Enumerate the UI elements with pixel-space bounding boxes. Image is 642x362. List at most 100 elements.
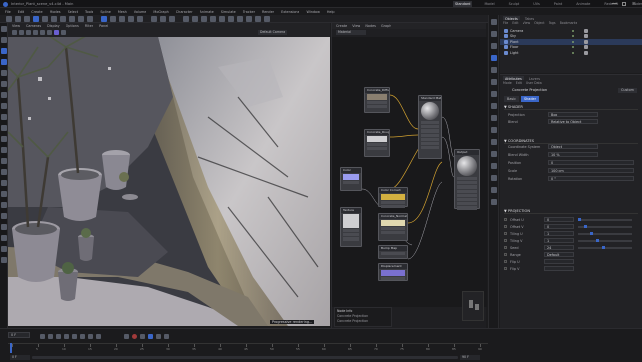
- objects-tab-takes[interactable]: Takes: [523, 16, 536, 20]
- param-slider-knob[interactable]: [590, 232, 593, 235]
- render-view-icon[interactable]: [151, 16, 157, 22]
- timeline-settings-icon[interactable]: [164, 333, 169, 339]
- first-frame-icon[interactable]: [40, 333, 45, 339]
- node-port[interactable]: [457, 202, 477, 206]
- rotate-tool-icon[interactable]: [1, 70, 7, 76]
- timeline-ruler[interactable]: 051015202530354045505560657075808590: [8, 343, 488, 353]
- view-icon[interactable]: [12, 30, 17, 35]
- last-frame-icon[interactable]: [96, 333, 101, 339]
- right-tool-2-icon[interactable]: [491, 31, 497, 37]
- grid-icon[interactable]: [40, 30, 45, 35]
- scale-tool-icon[interactable]: [1, 59, 7, 65]
- visibility-dot-icon[interactable]: [572, 40, 574, 43]
- param-slider-knob[interactable]: [578, 218, 581, 221]
- material-tag-icon[interactable]: [584, 39, 588, 44]
- menu-window[interactable]: Window: [306, 10, 319, 14]
- node-port[interactable]: [457, 197, 477, 202]
- node-graph[interactable]: Concrete_Diffuse Concrete_Roughness Textur…: [332, 37, 487, 307]
- timeline-playhead[interactable]: [10, 343, 12, 353]
- texture-mode-icon[interactable]: [1, 213, 7, 219]
- layout-tab-standard[interactable]: Standard: [453, 1, 473, 7]
- menu-extensions[interactable]: Extensions: [281, 10, 299, 14]
- snap-icon[interactable]: [47, 30, 52, 35]
- brush-tool-icon[interactable]: [1, 81, 7, 87]
- bridge-tool-icon[interactable]: [1, 125, 7, 131]
- right-tool-8-icon[interactable]: [491, 103, 497, 109]
- right-tool-12-icon[interactable]: [491, 151, 497, 157]
- menu-tracker[interactable]: Tracker: [243, 10, 255, 14]
- menu-create[interactable]: Create: [31, 10, 42, 14]
- node-port[interactable]: [457, 181, 477, 185]
- objects-tab-objects[interactable]: Objects: [503, 16, 520, 20]
- right-tool-3-icon[interactable]: [491, 43, 497, 49]
- right-tool-9-icon[interactable]: [491, 115, 497, 121]
- node-port[interactable]: [457, 193, 477, 197]
- param-slider[interactable]: [578, 233, 632, 235]
- next-key-icon[interactable]: [88, 333, 93, 339]
- cube-icon[interactable]: [183, 16, 189, 22]
- display-icon[interactable]: [26, 30, 31, 35]
- poly-mode-icon[interactable]: [137, 16, 143, 22]
- light-icon[interactable]: [255, 16, 261, 22]
- motion-record-icon[interactable]: [156, 333, 161, 339]
- right-tool-11-icon[interactable]: [491, 139, 497, 145]
- interactive-render-icon[interactable]: [54, 30, 59, 35]
- node-port[interactable]: [381, 231, 405, 235]
- param-slider-knob[interactable]: [584, 225, 587, 228]
- select-icon[interactable]: [24, 16, 30, 22]
- range-end-field[interactable]: 90 F: [460, 355, 480, 360]
- close-icon[interactable]: ×: [632, 1, 636, 7]
- magnet-tool-icon[interactable]: [1, 158, 7, 164]
- node-port[interactable]: [343, 181, 359, 185]
- right-tool-16-icon[interactable]: [491, 199, 497, 205]
- model-mode-icon[interactable]: [101, 16, 107, 22]
- right-tool-6-icon[interactable]: [491, 79, 497, 85]
- param-slider[interactable]: [578, 247, 632, 249]
- render-settings-icon[interactable]: [169, 16, 175, 22]
- param-checkbox[interactable]: [504, 260, 507, 263]
- right-tool-14-icon[interactable]: [491, 175, 497, 181]
- param-slider-knob[interactable]: [602, 246, 605, 249]
- proj-param-field[interactable]: [544, 259, 574, 264]
- maximize-view-icon[interactable]: [61, 30, 66, 35]
- proj-param-field[interactable]: Default: [544, 252, 574, 257]
- tag-icon[interactable]: [264, 16, 270, 22]
- viewport-menu-filter[interactable]: Filter: [85, 24, 93, 28]
- viewport-menu-cameras[interactable]: Cameras: [26, 24, 41, 28]
- menu-tools[interactable]: Tools: [85, 10, 93, 14]
- objects-menu-edit[interactable]: Edit: [512, 21, 518, 26]
- uv-mode-icon[interactable]: [1, 224, 7, 230]
- camera-icon[interactable]: [246, 16, 252, 22]
- node-port[interactable]: [343, 233, 359, 237]
- node-out[interactable]: Output: [454, 149, 480, 210]
- menu-file[interactable]: File: [5, 10, 11, 14]
- lock-y-icon[interactable]: [69, 16, 75, 22]
- menu-simulate[interactable]: Simulate: [221, 10, 236, 14]
- grid-tool-icon[interactable]: [1, 257, 7, 263]
- edge-mode-icon[interactable]: [128, 16, 134, 22]
- proj-param-field[interactable]: 1: [544, 238, 574, 243]
- proj-param-field[interactable]: 0: [544, 217, 574, 222]
- point-mode-icon[interactable]: [119, 16, 125, 22]
- param-checkbox[interactable]: [504, 253, 507, 256]
- scale-icon[interactable]: [42, 16, 48, 22]
- right-tool-10-icon[interactable]: [491, 127, 497, 133]
- layout-tab-uvs[interactable]: UVs: [531, 1, 542, 7]
- minimize-icon[interactable]: [612, 3, 617, 4]
- auto-key-icon[interactable]: [140, 333, 145, 339]
- node-tex4[interactable]: Concrete_Normal: [378, 213, 408, 241]
- visibility-dot-icon[interactable]: [572, 29, 574, 32]
- menu-spline[interactable]: Spline: [100, 10, 110, 14]
- workplane-icon[interactable]: [1, 191, 7, 197]
- node-port[interactable]: [457, 206, 477, 210]
- bevel-tool-icon[interactable]: [1, 114, 7, 120]
- node-port[interactable]: [381, 252, 405, 256]
- node-port[interactable]: [421, 141, 439, 146]
- sculpt-mode-icon[interactable]: [1, 235, 7, 241]
- node-port[interactable]: [421, 133, 439, 137]
- loop-icon[interactable]: [124, 333, 129, 339]
- menu-mesh[interactable]: Mesh: [118, 10, 127, 14]
- layout-tab-redshift[interactable]: Redshift: [602, 1, 620, 7]
- node-menu-view[interactable]: View: [352, 24, 360, 28]
- move-tool-icon[interactable]: [1, 48, 7, 54]
